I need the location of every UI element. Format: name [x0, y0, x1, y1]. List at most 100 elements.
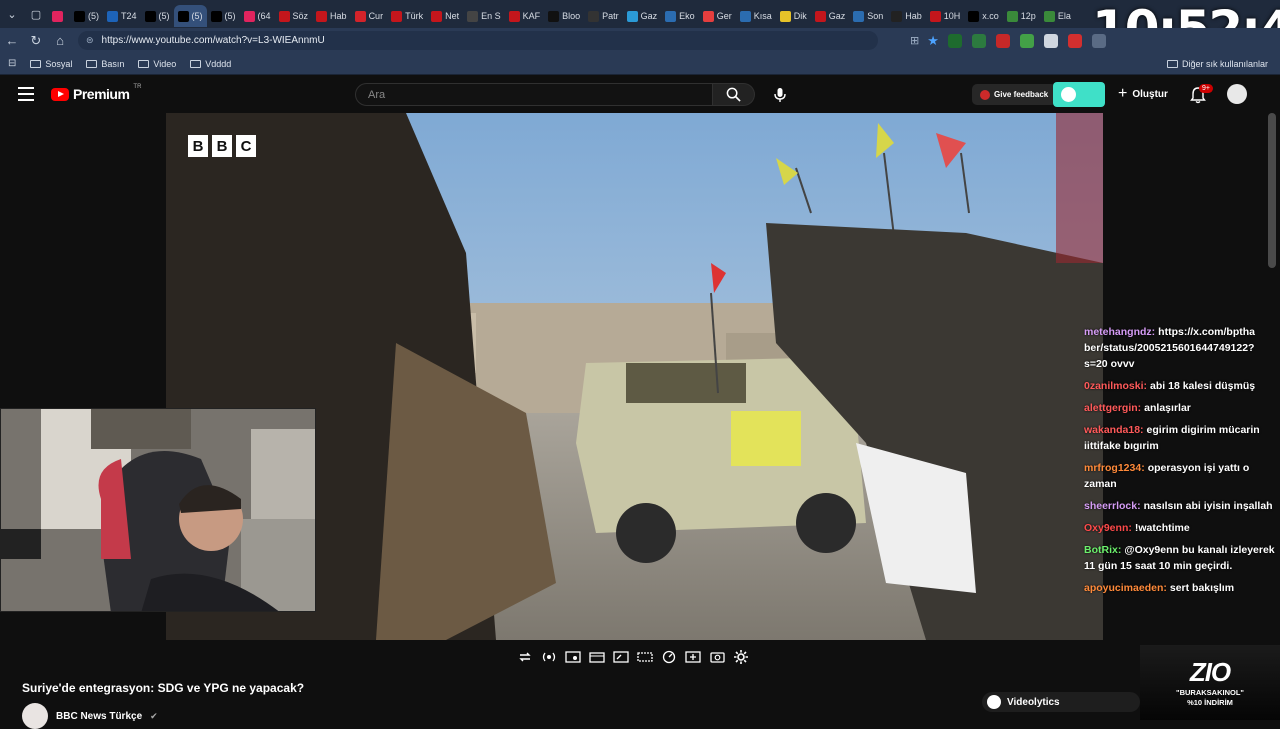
speed-icon[interactable]	[660, 648, 678, 666]
extensions-area: ⊞ ★	[906, 33, 1111, 49]
audio-icon[interactable]	[540, 648, 558, 666]
page-scrollbar[interactable]	[1268, 113, 1276, 268]
browser-tab[interactable]: 12p	[1003, 5, 1040, 27]
browser-tab[interactable]: Patr	[584, 5, 623, 27]
settings-gear-icon[interactable]	[732, 648, 750, 666]
site-info-icon[interactable]: ⊜	[86, 35, 94, 46]
browser-tab[interactable]: En S	[463, 5, 505, 27]
browser-tab[interactable]	[48, 5, 70, 27]
url-bar[interactable]: ⊜ https://www.youtube.com/watch?v=L3-WIE…	[78, 31, 878, 50]
workspaces-icon[interactable]: ▢	[24, 0, 48, 28]
toggle-knob	[1061, 87, 1076, 102]
tab-favicon-icon	[243, 10, 255, 22]
promo-code: "BURAKSAKINOL"	[1176, 688, 1244, 697]
bookmark-star-icon[interactable]: ★	[927, 33, 939, 49]
chat-username: apoyucimaeden:	[1084, 582, 1167, 594]
extension-icon[interactable]	[1019, 33, 1034, 48]
tab-label: Gaz	[640, 11, 658, 21]
back-icon[interactable]: ←	[0, 28, 24, 53]
browser-tab[interactable]: Dik	[776, 5, 811, 27]
chat-message: BotRix: @Oxy9enn bu kanalı izleyerek 11 g…	[1084, 542, 1276, 574]
tab-label: Söz	[292, 11, 309, 21]
search-input[interactable]: Ara	[355, 83, 713, 106]
extension-icon[interactable]	[971, 33, 986, 48]
hamburger-menu-icon[interactable]	[18, 87, 34, 101]
browser-tab[interactable]: Kısa	[736, 5, 776, 27]
tab-label: Net	[445, 11, 460, 21]
streamer-webcam	[0, 408, 316, 612]
browser-tab[interactable]: Gaz	[811, 5, 850, 27]
browser-tab[interactable]: T24	[103, 5, 141, 27]
extension-icon[interactable]	[1067, 33, 1082, 48]
browser-tab[interactable]: Ela	[1040, 5, 1075, 27]
youtube-logo[interactable]: Premium TR	[51, 84, 141, 102]
screenshot-icon[interactable]	[564, 648, 582, 666]
browser-tab[interactable]: Eko	[661, 5, 699, 27]
split-view-icon[interactable]: ⊞	[910, 34, 919, 47]
search-button[interactable]	[713, 83, 755, 106]
videolytics-button[interactable]: Videolytics	[982, 692, 1140, 712]
extension-toggle-button[interactable]	[1053, 82, 1105, 107]
browser-tab[interactable]: (5)	[207, 5, 240, 27]
extensions-puzzle-icon[interactable]	[1091, 33, 1106, 48]
reading-list-icon[interactable]: ⊟	[8, 58, 16, 69]
create-button[interactable]: + Oluştur	[1118, 86, 1168, 102]
extension-icon[interactable]	[1043, 33, 1058, 48]
tab-favicon-icon	[702, 10, 714, 22]
tab-favicon-icon	[853, 10, 865, 22]
browser-tab[interactable]: Ger	[699, 5, 736, 27]
browser-tab[interactable]: Gaz	[623, 5, 662, 27]
bookmark-folder-vdddd[interactable]: Vdddd	[190, 59, 231, 69]
home-icon[interactable]: ⌂	[48, 28, 72, 53]
browser-tab-strip: ⌄ ▢ (5) T24 (5) (5) (5) (64 Söz Hab Cur Türk Net En…	[0, 0, 1280, 28]
cinema-mode-icon[interactable]	[588, 648, 606, 666]
browser-tab[interactable]: 10H	[926, 5, 965, 27]
channel-row[interactable]: BBC News Türkçe ✔	[22, 703, 158, 729]
browser-tab[interactable]: (5)	[70, 5, 103, 27]
notifications-badge: 9+	[1199, 84, 1213, 93]
add-icon[interactable]	[684, 648, 702, 666]
browser-tab[interactable]: Söz	[275, 5, 313, 27]
feedback-icon	[980, 89, 990, 100]
browser-tab[interactable]: x.co	[964, 5, 1003, 27]
tab-favicon-icon	[52, 10, 63, 22]
browser-tab[interactable]: KAF	[505, 5, 545, 27]
browser-tab[interactable]: Hab	[312, 5, 351, 27]
theater-mode-icon[interactable]	[636, 648, 654, 666]
other-bookmarks[interactable]: Diğer sık kullanılanlar	[1166, 59, 1268, 69]
give-feedback-button[interactable]: Give feedback	[972, 84, 1057, 105]
loop-icon[interactable]	[516, 648, 534, 666]
chat-message: alettgergin: anlaşırlar	[1084, 400, 1276, 416]
youtube-header: Premium TR Ara Give feedback + Oluştur 9…	[0, 75, 1280, 113]
sponsor-promo-overlay: ZIO "BURAKSAKINOL" %10 İNDİRİM	[1140, 645, 1280, 720]
bookmark-folder-sosyal[interactable]: Sosyal	[30, 59, 72, 69]
voice-search-button[interactable]	[768, 83, 791, 106]
browser-tab[interactable]: Net	[427, 5, 463, 27]
tab-label: Hab	[330, 11, 347, 21]
browser-tab[interactable]: Türk	[387, 5, 427, 27]
browser-tab[interactable]: (5)	[141, 5, 174, 27]
browser-tab[interactable]: Hab	[887, 5, 926, 27]
browser-tab[interactable]: Son	[849, 5, 887, 27]
browser-tab[interactable]: (5)	[173, 5, 207, 27]
channel-avatar[interactable]	[22, 703, 48, 729]
browser-tab[interactable]: Cur	[351, 5, 388, 27]
tab-favicon-icon	[467, 10, 479, 22]
chat-username: 0zanilmoski:	[1084, 380, 1148, 392]
tab-favicon-icon	[739, 10, 751, 22]
camera-icon[interactable]	[708, 648, 726, 666]
tab-label: 12p	[1020, 11, 1036, 21]
extension-icon[interactable]	[995, 33, 1010, 48]
tab-label: (5)	[191, 11, 203, 21]
pip-icon[interactable]	[612, 648, 630, 666]
bookmark-folder-video[interactable]: Video	[138, 59, 176, 69]
extension-icon[interactable]	[947, 33, 962, 48]
tab-favicon-icon	[278, 10, 290, 22]
account-avatar[interactable]	[1227, 84, 1247, 104]
browser-tab[interactable]: Bloo	[544, 5, 584, 27]
tab-favicon-icon	[929, 10, 941, 22]
browser-tab[interactable]: (64	[240, 5, 275, 27]
tab-search-icon[interactable]: ⌄	[0, 0, 24, 28]
reload-icon[interactable]: ↻	[24, 28, 48, 53]
bookmark-folder-basin[interactable]: Basın	[86, 59, 124, 69]
